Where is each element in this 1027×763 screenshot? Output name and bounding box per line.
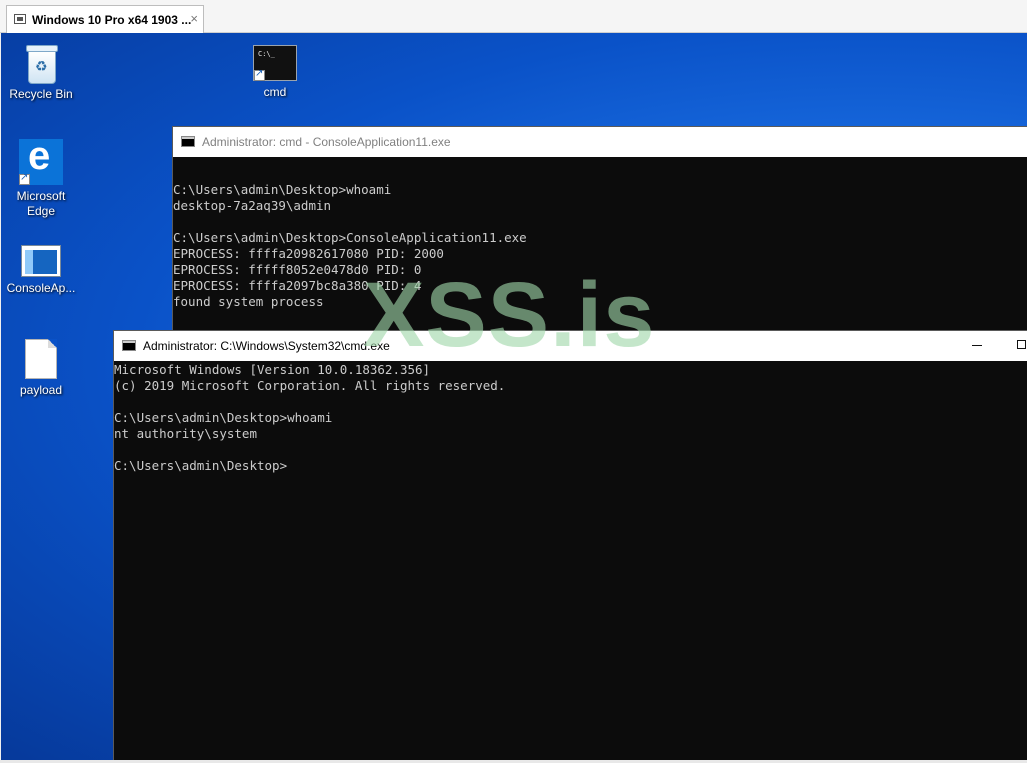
console-line: nt authority\system <box>114 426 257 441</box>
vm-icon <box>14 14 26 24</box>
application-icon <box>21 245 61 277</box>
desktop-icon-payload[interactable]: payload <box>2 339 80 398</box>
file-icon <box>25 339 57 379</box>
console-line: C:\Users\admin\Desktop>whoami <box>114 410 333 425</box>
desktop-icon-label: payload <box>19 383 63 397</box>
desktop-icon-label: Microsoft Edge <box>16 189 66 218</box>
console-line: C:\Users\admin\Desktop>ConsoleApplicatio… <box>173 230 527 245</box>
console-line: EPROCESS: ffffa20982617080 PID: 2000 <box>173 246 444 261</box>
maximize-button[interactable] <box>1017 340 1026 349</box>
desktop-icon-cmd[interactable]: cmd <box>236 45 314 100</box>
console-line: EPROCESS: fffff8052e0478d0 PID: 0 <box>173 262 422 277</box>
console-line: EPROCESS: ffffa2097bc8a380 PID: 4 <box>173 278 422 293</box>
console-line: found system process <box>173 294 324 309</box>
cmd-window-icon <box>122 340 136 351</box>
recycle-bin-icon <box>23 43 59 84</box>
window-titlebar[interactable]: Administrator: cmd - ConsoleApplication1… <box>173 127 1027 157</box>
desktop-icon-recycle-bin[interactable]: Recycle Bin <box>2 43 80 102</box>
console-line: (c) 2019 Microsoft Corporation. All righ… <box>114 378 506 393</box>
console-window-system[interactable]: Administrator: C:\Windows\System32\cmd.e… <box>113 330 1027 763</box>
console-output[interactable]: Microsoft Windows [Version 10.0.18362.35… <box>114 361 1027 762</box>
shortcut-arrow-icon <box>254 68 265 81</box>
vm-tab-bar: Windows 10 Pro x64 1903 ... × <box>0 0 1027 33</box>
vm-tab[interactable]: Windows 10 Pro x64 1903 ... × <box>6 5 204 33</box>
desktop-icon-edge[interactable]: Microsoft Edge <box>2 134 80 219</box>
console-line: C:\Users\admin\Desktop>whoami <box>173 182 392 197</box>
console-line: Microsoft Windows [Version 10.0.18362.35… <box>114 362 431 377</box>
console-line: C:\Users\admin\Desktop> <box>114 458 288 473</box>
edge-icon <box>19 134 63 185</box>
cmd-icon <box>253 45 297 81</box>
desktop-icon-label: Recycle Bin <box>9 87 73 101</box>
cmd-window-icon <box>181 136 195 147</box>
window-title: Administrator: C:\Windows\System32\cmd.e… <box>143 339 390 353</box>
desktop-icon-label: cmd <box>263 85 287 99</box>
desktop-icon-label: ConsoleAp... <box>6 281 76 295</box>
shortcut-arrow-icon <box>19 172 30 185</box>
vm-tab-title: Windows 10 Pro x64 1903 ... <box>32 13 192 27</box>
window-title: Administrator: cmd - ConsoleApplication1… <box>202 135 451 149</box>
minimize-button[interactable] <box>972 345 982 346</box>
window-titlebar[interactable]: Administrator: C:\Windows\System32\cmd.e… <box>114 331 1027 361</box>
desktop-icon-consoleapp[interactable]: ConsoleAp... <box>2 245 80 296</box>
close-icon[interactable]: × <box>190 11 198 26</box>
console-line: desktop-7a2aq39\admin <box>173 198 332 213</box>
